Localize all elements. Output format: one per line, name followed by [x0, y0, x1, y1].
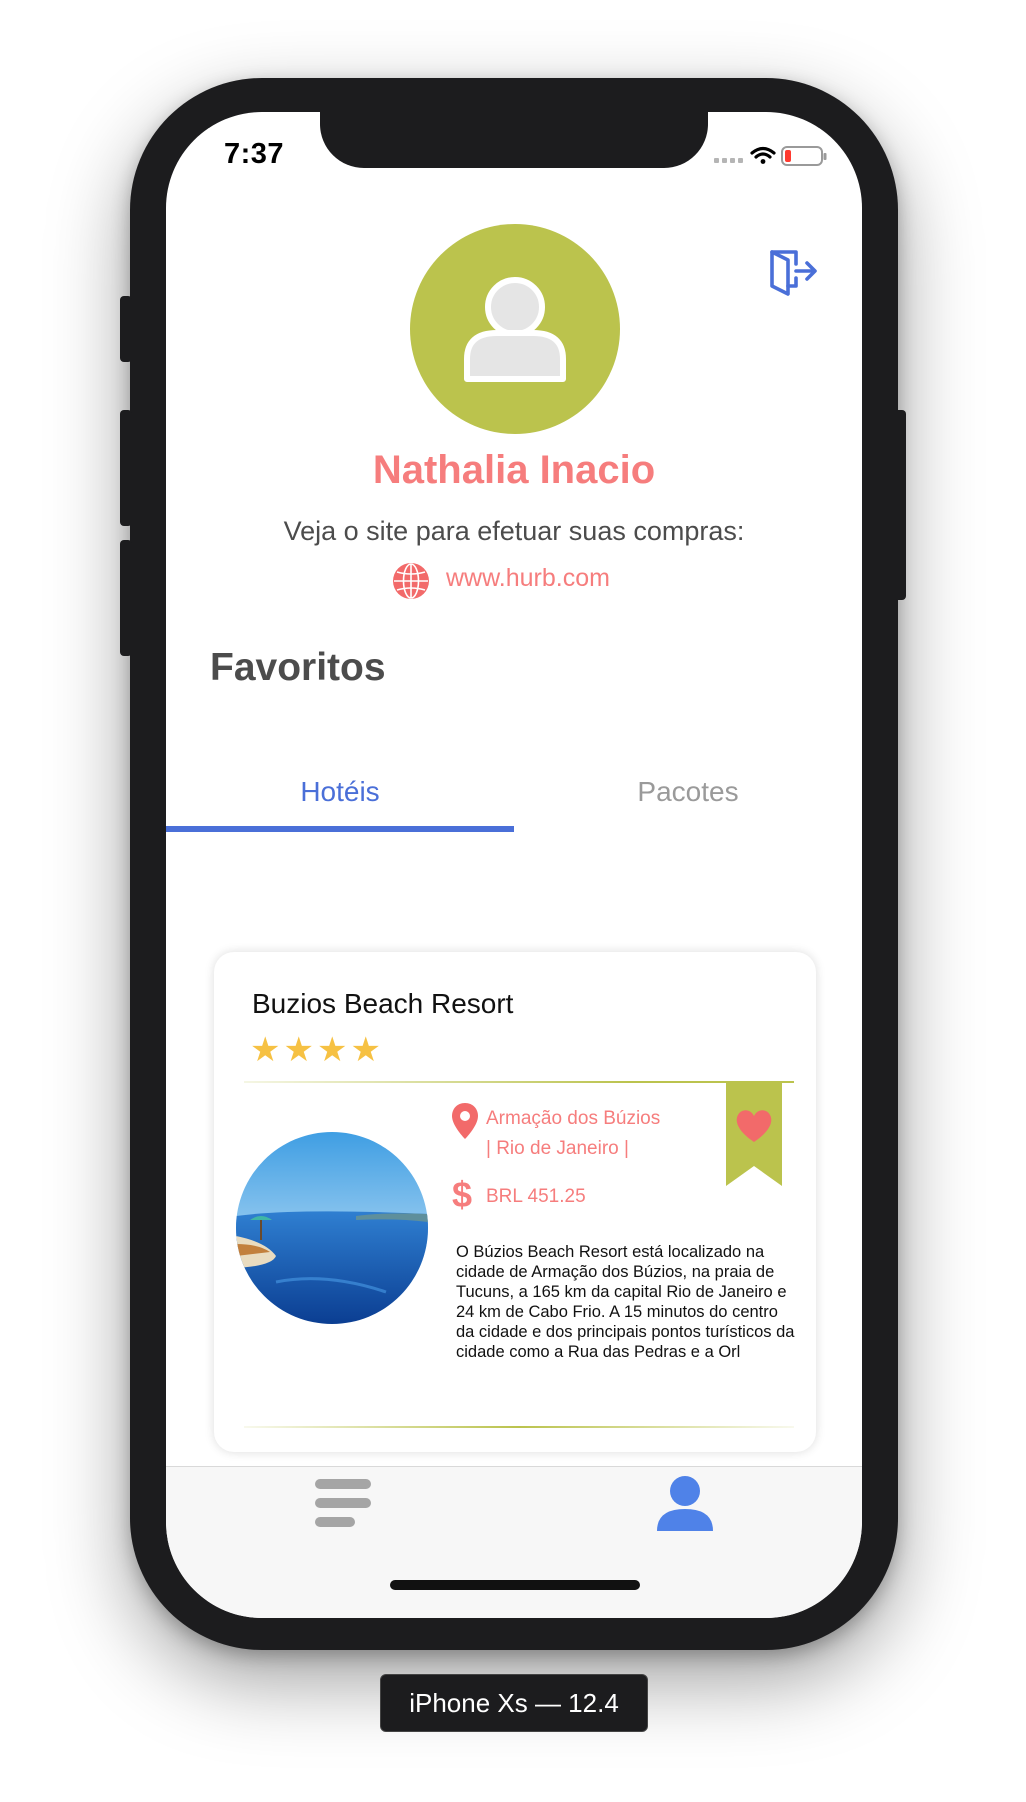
avatar[interactable] — [410, 224, 620, 434]
tab-packages[interactable]: Pacotes — [514, 776, 862, 808]
favorites-title: Favoritos — [210, 646, 386, 689]
status-icons — [714, 146, 827, 166]
bottom-tab-bar — [166, 1466, 862, 1618]
list-icon[interactable] — [312, 1473, 372, 1533]
pool-image — [236, 1132, 428, 1324]
device-label: iPhone Xs — 12.4 — [380, 1674, 648, 1732]
hotel-name: Buzios Beach Resort — [252, 988, 514, 1019]
home-indicator[interactable] — [390, 1580, 640, 1590]
volume-up-button — [120, 410, 132, 526]
power-button — [894, 410, 906, 600]
card-divider-top — [244, 1081, 794, 1083]
wifi-icon — [750, 146, 776, 164]
site-prompt: Veja o site para efetuar suas compras: — [283, 516, 745, 546]
battery-icon — [781, 146, 827, 166]
location-city: Armação dos Búzios — [486, 1108, 661, 1129]
location-state: | Rio de Janeiro | — [486, 1138, 629, 1159]
logout-icon[interactable] — [768, 246, 820, 298]
hotel-card[interactable]: Buzios Beach Resort ★★★★ Armação dos Búz… — [214, 952, 816, 1452]
location-pin-icon — [452, 1103, 478, 1139]
user-name: Nathalia Inacio — [372, 448, 656, 492]
hotel-location: Armação dos Búzios | Rio de Janeiro | — [486, 1104, 686, 1164]
cellular-signal-icon — [714, 158, 743, 163]
mute-switch — [120, 296, 132, 362]
hotel-description: O Búzios Beach Resort está localizado na… — [456, 1243, 795, 1361]
dollar-icon: $ — [452, 1174, 473, 1215]
favorite-ribbon[interactable] — [726, 1082, 782, 1186]
active-tab-indicator — [166, 826, 514, 832]
tab-hotels[interactable]: Hotéis — [166, 776, 514, 808]
profile-icon[interactable] — [656, 1475, 714, 1533]
notch — [320, 112, 708, 168]
status-time: 7:37 — [224, 138, 285, 170]
globe-icon — [393, 563, 429, 599]
hotel-price: BRL 451.25 — [486, 1186, 586, 1207]
card-divider-bottom — [244, 1426, 794, 1428]
star-rating: ★★★★ — [250, 1031, 384, 1069]
hotel-photo — [236, 1132, 428, 1324]
app-screen: 7:37 Nathalia Inacio Veja o site para ef… — [166, 112, 862, 1618]
user-placeholder-icon — [464, 277, 566, 382]
volume-down-button — [120, 540, 132, 656]
site-link[interactable]: www.hurb.com — [446, 564, 610, 593]
